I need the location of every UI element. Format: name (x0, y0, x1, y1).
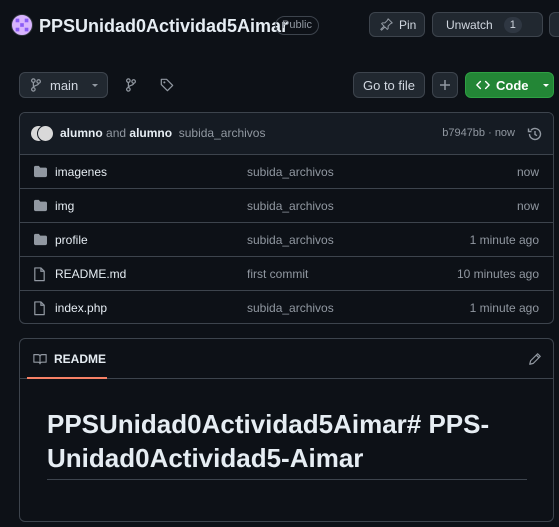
file-commit-message[interactable]: subida_archivos (247, 301, 334, 315)
file-name[interactable]: img (55, 199, 74, 213)
code-icon (476, 80, 490, 90)
file-commit-message[interactable]: subida_archivos (247, 233, 334, 247)
branch-name: main (50, 77, 79, 93)
file-row[interactable]: profile subida_archivos 1 minute ago (20, 223, 553, 257)
file-name[interactable]: README.md (55, 267, 126, 281)
book-icon (33, 354, 47, 365)
file-commit-time: now (516, 165, 539, 179)
code-label: Code (496, 77, 529, 93)
pin-icon (380, 18, 393, 31)
tab-readme-label: README (54, 352, 107, 366)
repo-owner-avatar[interactable] (11, 14, 33, 36)
commit-authors: alumno and alumno subida_archivos (60, 126, 265, 140)
avatar (37, 125, 54, 142)
file-icon-wrap (33, 267, 46, 282)
readme-panel: README PPSUnidad0Actividad5Aimar# PPS-Un… (19, 338, 554, 522)
commit-message[interactable]: subida_archivos (179, 126, 266, 140)
watch-label: Unwatch (446, 17, 493, 32)
chevron-down-icon (542, 84, 549, 87)
file-icon-wrap (33, 301, 46, 316)
file-row[interactable]: imagenes subida_archivos now (20, 155, 553, 189)
code-button[interactable]: Code (465, 72, 554, 98)
active-tab-underline (27, 377, 107, 379)
file-row[interactable]: index.php subida_archivos 1 minute ago (20, 291, 553, 323)
identicon-icon (15, 18, 29, 32)
file-commit-time: 1 minute ago (469, 301, 539, 315)
commit-author-joiner: and (106, 126, 127, 140)
folder-icon (34, 199, 47, 212)
fork-button[interactable] (549, 12, 559, 37)
visibility-badge: Public (275, 16, 319, 35)
commit-avatars[interactable] (30, 125, 56, 143)
file-commit-message[interactable]: subida_archivos (247, 199, 334, 213)
file-icon (34, 267, 45, 282)
history-icon[interactable] (527, 126, 543, 142)
folder-icon (34, 233, 47, 246)
commit-coauthor[interactable]: alumno (129, 126, 172, 140)
readme-heading-rule (47, 479, 527, 480)
git-branch-icon (31, 78, 41, 92)
tags-link[interactable] (154, 72, 180, 98)
pin-label: Pin (399, 17, 417, 32)
file-browser: alumno and alumno subida_archivos b7947b… (19, 112, 554, 324)
file-row[interactable]: img subida_archivos now (20, 189, 553, 223)
tag-icon (160, 78, 174, 92)
file-commit-time: now (516, 199, 539, 213)
folder-icon-wrap (33, 233, 48, 246)
file-commit-message[interactable]: subida_archivos (247, 165, 334, 179)
commit-hash-time[interactable]: b7947bb · now (442, 127, 515, 139)
file-name[interactable]: index.php (55, 301, 107, 315)
git-branch-icon (126, 78, 136, 92)
file-icon (34, 301, 45, 316)
commit-author[interactable]: alumno (60, 126, 103, 140)
file-name[interactable]: profile (55, 233, 88, 247)
repo-name[interactable]: PPSUnidad0Actividad5Aimar (39, 14, 288, 38)
folder-icon-wrap (33, 165, 48, 178)
go-to-file-button[interactable]: Go to file (353, 72, 425, 98)
file-commit-time: 1 minute ago (469, 233, 539, 247)
watch-count: 1 (503, 16, 522, 33)
file-name[interactable]: imagenes (55, 165, 107, 179)
folder-icon-wrap (33, 199, 48, 212)
readme-heading: PPSUnidad0Actividad5Aimar# PPS-Unidad0Ac… (47, 409, 490, 473)
file-row[interactable]: README.md first commit 10 minutes ago (20, 257, 553, 291)
pin-button[interactable]: Pin (369, 12, 425, 37)
tab-readme[interactable]: README (27, 339, 107, 379)
folder-icon (34, 165, 47, 178)
readme-header: README (20, 339, 553, 379)
branches-link[interactable] (118, 72, 144, 98)
branch-selector[interactable]: main (19, 72, 108, 98)
latest-commit-bar: alumno and alumno subida_archivos b7947b… (20, 113, 553, 155)
plus-icon (440, 80, 450, 90)
chevron-down-icon (92, 84, 99, 87)
file-commit-message[interactable]: first commit (247, 267, 308, 281)
file-commit-time: 10 minutes ago (456, 267, 539, 281)
watch-button[interactable]: Unwatch 1 (432, 12, 543, 37)
pencil-icon[interactable] (528, 352, 542, 366)
add-file-button[interactable] (432, 72, 458, 98)
